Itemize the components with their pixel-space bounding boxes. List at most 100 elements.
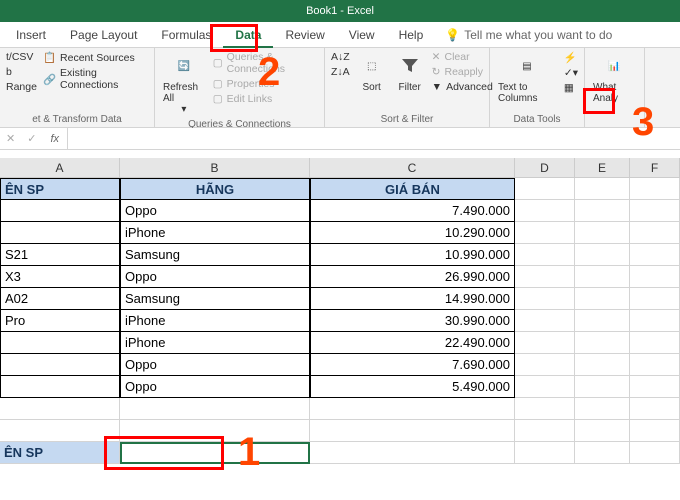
what-if-button[interactable]: 📊 What Analy: [591, 50, 638, 106]
cell[interactable]: [575, 266, 630, 288]
cancel-icon[interactable]: ✕: [0, 132, 21, 145]
tab-formulas[interactable]: Formulas: [149, 22, 223, 48]
cell[interactable]: [515, 310, 575, 332]
advanced-button[interactable]: ▼ Advanced: [432, 80, 493, 94]
selected-cell[interactable]: [120, 442, 310, 464]
cell[interactable]: 10.990.000: [310, 244, 515, 266]
cell[interactable]: Oppo: [120, 376, 310, 398]
cell[interactable]: [575, 244, 630, 266]
cell[interactable]: [0, 398, 120, 420]
cell[interactable]: Samsung: [120, 288, 310, 310]
cell[interactable]: 7.490.000: [310, 200, 515, 222]
col-header-d[interactable]: D: [515, 158, 575, 177]
table-header[interactable]: HÃNG: [120, 178, 310, 200]
tab-review[interactable]: Review: [273, 22, 336, 48]
cell[interactable]: [575, 354, 630, 376]
queries-connections-button[interactable]: ▢ Queries & Connections: [213, 50, 318, 76]
existing-connections-button[interactable]: 🔗 Existing Connections: [43, 66, 148, 92]
cell[interactable]: [575, 376, 630, 398]
cell[interactable]: [630, 266, 680, 288]
tab-page-layout[interactable]: Page Layout: [58, 22, 149, 48]
cell[interactable]: [0, 200, 120, 222]
cell[interactable]: [630, 200, 680, 222]
consolidate-button[interactable]: ▦: [564, 81, 578, 95]
cell[interactable]: 22.490.000: [310, 332, 515, 354]
cell[interactable]: [515, 266, 575, 288]
tab-view[interactable]: View: [337, 22, 387, 48]
cell[interactable]: 30.990.000: [310, 310, 515, 332]
flash-fill-button[interactable]: ⚡: [564, 50, 578, 65]
cell[interactable]: [575, 310, 630, 332]
cell[interactable]: [0, 332, 120, 354]
cell[interactable]: iPhone: [120, 222, 310, 244]
cell[interactable]: [575, 178, 630, 200]
cell[interactable]: [575, 332, 630, 354]
cell[interactable]: [515, 332, 575, 354]
cell[interactable]: [310, 420, 515, 442]
cell[interactable]: iPhone: [120, 310, 310, 332]
table-header[interactable]: GIÁ BÁN: [310, 178, 515, 200]
cell[interactable]: 14.990.000: [310, 288, 515, 310]
col-header-e[interactable]: E: [575, 158, 630, 177]
from-text-csv-button[interactable]: t/CSV: [6, 50, 37, 64]
cell[interactable]: [515, 354, 575, 376]
cell[interactable]: [515, 376, 575, 398]
cell[interactable]: 10.290.000: [310, 222, 515, 244]
cell[interactable]: [515, 398, 575, 420]
sort-az-button[interactable]: A↓Z: [331, 50, 350, 64]
table-header[interactable]: ÊN SP: [0, 178, 120, 200]
sort-za-button[interactable]: Z↓A: [331, 65, 350, 79]
cell[interactable]: [310, 398, 515, 420]
text-to-columns-button[interactable]: ▤ Text to Columns: [496, 50, 558, 106]
col-header-c[interactable]: C: [310, 158, 515, 177]
cell[interactable]: [630, 354, 680, 376]
sort-button[interactable]: ⬚ Sort: [356, 50, 388, 95]
cell[interactable]: [630, 178, 680, 200]
cell[interactable]: 5.490.000: [310, 376, 515, 398]
table-header[interactable]: ÊN SP: [0, 442, 120, 464]
fx-icon[interactable]: fx: [42, 128, 68, 149]
from-range-button[interactable]: Range: [6, 80, 37, 94]
cell[interactable]: Oppo: [120, 354, 310, 376]
cell[interactable]: [630, 332, 680, 354]
cell[interactable]: [515, 420, 575, 442]
cell[interactable]: [575, 288, 630, 310]
cell[interactable]: 7.690.000: [310, 354, 515, 376]
cell[interactable]: [575, 442, 630, 464]
cell[interactable]: Pro: [0, 310, 120, 332]
cell[interactable]: 26.990.000: [310, 266, 515, 288]
cell[interactable]: [630, 222, 680, 244]
cell[interactable]: Oppo: [120, 200, 310, 222]
refresh-all-button[interactable]: 🔄 Refresh All▾: [161, 50, 207, 117]
cell[interactable]: [0, 222, 120, 244]
formula-input[interactable]: [68, 128, 680, 149]
cell[interactable]: [120, 398, 310, 420]
cell[interactable]: Samsung: [120, 244, 310, 266]
cell[interactable]: A02: [0, 288, 120, 310]
cell[interactable]: [0, 420, 120, 442]
cell[interactable]: [310, 442, 515, 464]
cell[interactable]: Oppo: [120, 266, 310, 288]
cell[interactable]: [630, 420, 680, 442]
cell[interactable]: [630, 442, 680, 464]
cell[interactable]: [515, 244, 575, 266]
filter-button[interactable]: Filter: [394, 50, 426, 95]
cell[interactable]: [630, 244, 680, 266]
cell[interactable]: X3: [0, 266, 120, 288]
cell[interactable]: [515, 442, 575, 464]
spreadsheet-grid[interactable]: ÊN SP HÃNG GIÁ BÁN Oppo7.490.000 iPhone1…: [0, 178, 680, 464]
cell[interactable]: iPhone: [120, 332, 310, 354]
cell[interactable]: [0, 354, 120, 376]
col-header-f[interactable]: F: [630, 158, 680, 177]
col-header-a[interactable]: A: [0, 158, 120, 177]
cell[interactable]: S21: [0, 244, 120, 266]
data-validation-button[interactable]: ✓▾: [564, 66, 578, 80]
cell[interactable]: [575, 200, 630, 222]
cell[interactable]: [0, 376, 120, 398]
cell[interactable]: [515, 178, 575, 200]
from-web-button[interactable]: b: [6, 65, 37, 79]
cell[interactable]: [120, 420, 310, 442]
recent-sources-button[interactable]: 📋 Recent Sources: [43, 50, 148, 65]
cell[interactable]: [515, 200, 575, 222]
cell[interactable]: [575, 398, 630, 420]
